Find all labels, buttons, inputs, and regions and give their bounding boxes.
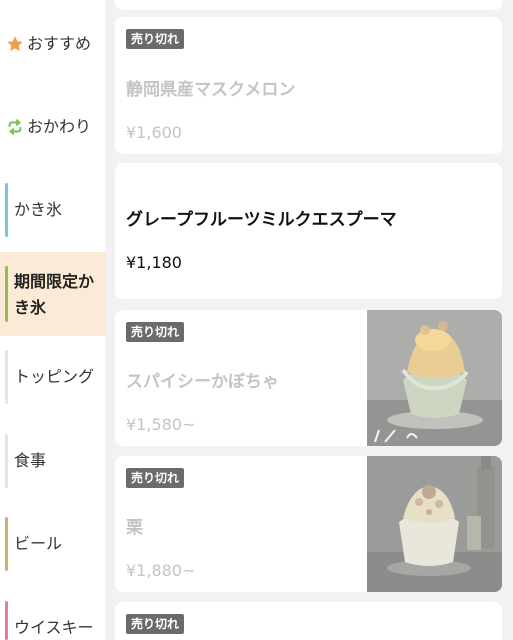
sold-out-badge: 売り切れ: [126, 29, 185, 49]
sidebar-item-label: おかわり: [27, 117, 92, 136]
sidebar-item-label: おすすめ: [27, 34, 92, 53]
sidebar-item-meal[interactable]: 食事: [0, 434, 105, 488]
sidebar-item-label: ウイスキー: [14, 618, 94, 637]
sidebar-item-kakigori[interactable]: かき氷: [0, 183, 105, 237]
sidebar-item-label: かき氷: [14, 200, 63, 219]
item-price: ¥1,180: [126, 253, 182, 272]
item-name: 静岡県産マスクメロン: [126, 80, 296, 100]
kabocha-shaved-ice-image: [367, 310, 502, 446]
repeat-icon: [8, 119, 22, 135]
item-name: スパイシーかぼちゃ: [126, 372, 279, 392]
category-color-bar: [5, 183, 8, 237]
sidebar-item-whisky[interactable]: ウイスキー: [0, 601, 105, 640]
sidebar-item-limited-kakigori[interactable]: 期間限定かき氷: [0, 252, 105, 336]
item-price: ¥1,880~: [126, 561, 196, 580]
item-name: 栗: [126, 518, 143, 538]
sold-out-badge: 売り切れ: [126, 468, 185, 488]
sidebar-item-refill[interactable]: おかわり: [0, 113, 105, 141]
item-name: グレープフルーツミルクエスプーマ: [126, 210, 397, 230]
item-price: ¥1,580~: [126, 415, 196, 434]
sold-out-badge: 売り切れ: [126, 614, 185, 634]
menu-card[interactable]: 売り切れ: [115, 602, 502, 640]
menu-card[interactable]: 売り切れ 静岡県産マスクメロン ¥1,600: [115, 17, 502, 154]
menu-card[interactable]: 売り切れ スパイシーかぼちゃ ¥1,580~: [115, 310, 502, 446]
sidebar-item-recommended[interactable]: おすすめ: [0, 30, 105, 58]
sidebar-item-label: 期間限定かき氷: [14, 272, 95, 317]
sidebar-item-label: 食事: [14, 451, 47, 470]
sidebar-item-beer[interactable]: ビール: [0, 517, 105, 571]
category-color-bar: [5, 601, 8, 640]
category-color-bar: [5, 517, 8, 571]
sidebar-item-label: ビール: [14, 534, 63, 553]
category-color-bar: [5, 350, 8, 404]
menu-card[interactable]: 売り切れ 栗 ¥1,880~: [115, 456, 502, 592]
star-icon: [7, 36, 23, 51]
sidebar-item-topping[interactable]: トッピング: [0, 350, 105, 404]
chestnut-shaved-ice-image: [367, 456, 502, 592]
category-color-bar: [5, 434, 8, 488]
sidebar-item-label: トッピング: [14, 367, 95, 386]
category-sidebar: おすすめ おかわり かき氷 期間限定かき氷 トッピング 食事 ビール ウイスキー: [0, 0, 105, 640]
category-color-bar: [5, 266, 8, 322]
menu-card[interactable]: グレープフルーツミルクエスプーマ ¥1,180: [115, 163, 502, 299]
menu-card-partial-top[interactable]: [115, 0, 502, 10]
sold-out-badge: 売り切れ: [126, 322, 185, 342]
item-price: ¥1,600: [126, 123, 182, 142]
